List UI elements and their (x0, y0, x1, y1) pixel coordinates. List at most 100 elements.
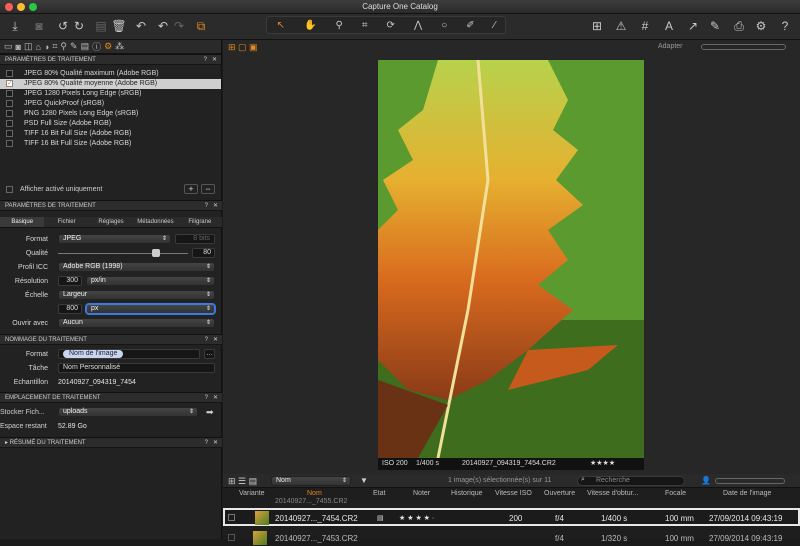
redo-icon[interactable]: ↷ (170, 17, 188, 35)
recipe-item[interactable]: PNG 1280 Pixels Long Edge (sRGB) (0, 109, 221, 119)
output-tab-icon[interactable]: ⚙ (104, 41, 112, 52)
tools-icon[interactable]: ✎ (706, 17, 724, 35)
pan-icon[interactable]: ✋ (304, 20, 316, 31)
adjust-tab-icon[interactable]: ✎ (70, 41, 78, 52)
recipe-item[interactable]: TIFF 16 Bit Full Size (Adobe RGB) (0, 139, 221, 149)
color-tab-icon[interactable]: ⌂ (35, 42, 40, 52)
summary-header[interactable]: ▸ RÉSUMÉ DU TRAITEMENT? ✕ (0, 437, 222, 448)
col-nom[interactable]: Nom (307, 490, 322, 497)
naming-format-field[interactable]: Nom de l'image (58, 349, 200, 359)
location-header[interactable]: EMPLACEMENT DE TRAITEMENT? ✕ (0, 392, 222, 403)
select-cursor-icon[interactable]: ↖ (277, 20, 285, 31)
undo-icon[interactable]: ↶ (132, 17, 150, 35)
tab-reglages[interactable]: Réglages (89, 217, 133, 227)
album-icon[interactable]: ▤ (92, 17, 110, 35)
add-recipe-button[interactable]: + (184, 184, 198, 194)
trash-icon[interactable]: 🗑 (110, 17, 128, 35)
col-date[interactable]: Date de l'image (723, 490, 771, 497)
size-unit-select[interactable]: px (86, 304, 215, 314)
user-icon[interactable]: 👤 (701, 476, 711, 485)
show-active-checkbox[interactable] (6, 186, 13, 193)
crop-icon[interactable]: ⌗ (362, 20, 368, 31)
close-window-button[interactable] (5, 3, 13, 11)
batch-tab-icon[interactable]: ⁂ (115, 41, 124, 52)
icc-select[interactable]: Adobe RGB (1998) (58, 262, 215, 272)
col-focale[interactable]: Focale (665, 490, 686, 497)
remove-recipe-button[interactable]: − (201, 184, 215, 194)
browser-view-icons[interactable]: ⊞ ☰ ▤ (228, 476, 257, 487)
format-select[interactable]: JPEG (58, 234, 171, 244)
search-input[interactable]: Recherche (577, 476, 685, 486)
col-ouverture[interactable]: Ouverture (544, 490, 575, 497)
tab-fichier[interactable]: Fichier (44, 217, 88, 227)
capture-tab-icon[interactable]: ◙ (16, 42, 21, 52)
help-icon[interactable]: ? (776, 17, 794, 35)
crop-tab-icon[interactable]: ⌗ (52, 41, 57, 52)
info-tab-icon[interactable]: ⓘ (92, 40, 101, 53)
lens-tab-icon[interactable]: ◫ (24, 41, 33, 52)
col-vitesse[interactable]: Vitesse d'obtur... (587, 490, 638, 497)
zoom-tool-icon[interactable]: ⚲ (335, 20, 342, 31)
table-row[interactable]: 20140927..._7453.CR2 f/4 1/320 s 100 mm … (223, 528, 800, 546)
recipe-item[interactable]: PSD Full Size (Adobe RGB) (0, 119, 221, 129)
tab-metadonnees[interactable]: Métadonnées (133, 217, 177, 227)
settings-header[interactable]: PARAMÈTRES DE TRAITEMENT? ✕ (0, 200, 222, 211)
row-stars[interactable]: ★ ★ ★ ★ · (399, 514, 434, 522)
copy-adjust-icon[interactable]: ⧉ (192, 17, 210, 35)
size-input[interactable]: 800 (58, 304, 82, 314)
zoom-window-button[interactable] (29, 3, 37, 11)
metadata-tab-icon[interactable]: ▤ (81, 41, 90, 52)
row-checkbox[interactable] (228, 514, 235, 521)
resolution-input[interactable]: 300 (58, 276, 82, 286)
col-etat[interactable]: Etat (373, 490, 385, 497)
library-tab-icon[interactable]: ▭ (4, 41, 13, 52)
quality-input[interactable]: 80 (192, 248, 215, 258)
col-noter[interactable]: Noter (413, 490, 430, 497)
camera-icon[interactable]: ◙ (30, 17, 48, 35)
viewer-stars[interactable]: ★★★★ (590, 458, 615, 470)
task-input[interactable]: Nom Personnalisé (58, 363, 215, 373)
minimize-window-button[interactable] (17, 3, 25, 11)
thumbnail-slider[interactable] (715, 478, 785, 484)
view-mode-icons[interactable]: ⊞ ▢ ▣ (228, 42, 258, 53)
sort-direction-icon[interactable]: ▼ (360, 476, 368, 485)
preview-image[interactable] (378, 60, 644, 458)
text-icon[interactable]: A (660, 17, 678, 35)
scale-select[interactable]: Largeur (58, 290, 215, 300)
recipes-header[interactable]: PARAMÈTRES DE TRAITEMENT? ✕ (0, 54, 221, 65)
col-historique[interactable]: Historique (451, 490, 483, 497)
table-row-selected[interactable]: 20140927..._7454.CR2 ▤ ★ ★ ★ ★ · 200 f/4… (223, 508, 800, 526)
export-icon[interactable]: ↗ (684, 17, 702, 35)
quality-slider-handle[interactable] (152, 249, 160, 257)
naming-header[interactable]: NOMMAGE DU TRAITEMENT? ✕ (0, 334, 222, 345)
sort-select[interactable]: Nom (271, 476, 351, 486)
keystone-icon[interactable]: ⋀ (414, 20, 422, 31)
details-tab-icon[interactable]: ⚲ (60, 41, 67, 52)
open-with-select[interactable]: Aucun (58, 318, 215, 328)
recipe-item[interactable]: JPEG QuickProof (sRGB) (0, 99, 221, 109)
col-variante[interactable]: Variante (239, 490, 265, 497)
import-icon[interactable]: ⤓ (6, 17, 24, 35)
image-name-token[interactable]: Nom de l'image (63, 350, 124, 358)
recipe-item-selected[interactable]: ✓ JPEG 80% Qualité moyenne (Adobe RGB) (0, 79, 221, 89)
tab-filigrane[interactable]: Filigrane (178, 217, 222, 227)
exposure-tab-icon[interactable]: ◑ (44, 42, 49, 52)
recipe-item[interactable]: JPEG 80% Qualité maximum (Adobe RGB) (0, 69, 221, 79)
circle-icon[interactable]: ○ (441, 20, 447, 31)
rotate-right-icon[interactable]: ↻ (70, 17, 88, 35)
row-checkbox[interactable] (228, 534, 235, 541)
settings-icon[interactable]: ⚙ (752, 17, 770, 35)
rotate-tool-icon[interactable]: ⟳ (387, 20, 395, 31)
resolution-unit-select[interactable]: px/in (86, 276, 215, 286)
picker-icon[interactable]: ⁄ (494, 20, 496, 31)
recipe-item[interactable]: TIFF 16 Bit Full Size (Adobe RGB) (0, 129, 221, 139)
compare-icon[interactable]: ⊞ (588, 17, 606, 35)
warning-icon[interactable]: ⚠ (612, 17, 630, 35)
arrow-right-icon[interactable]: ➡ (206, 407, 214, 418)
recipe-item[interactable]: JPEG 1280 Pixels Long Edge (sRGB) (0, 89, 221, 99)
naming-more-button[interactable]: … (204, 349, 215, 359)
print-icon[interactable]: ⎙ (730, 17, 748, 35)
col-iso[interactable]: Vitesse ISO (495, 490, 532, 497)
brush-icon[interactable]: ✐ (466, 20, 474, 31)
store-select[interactable]: uploads (58, 407, 198, 417)
